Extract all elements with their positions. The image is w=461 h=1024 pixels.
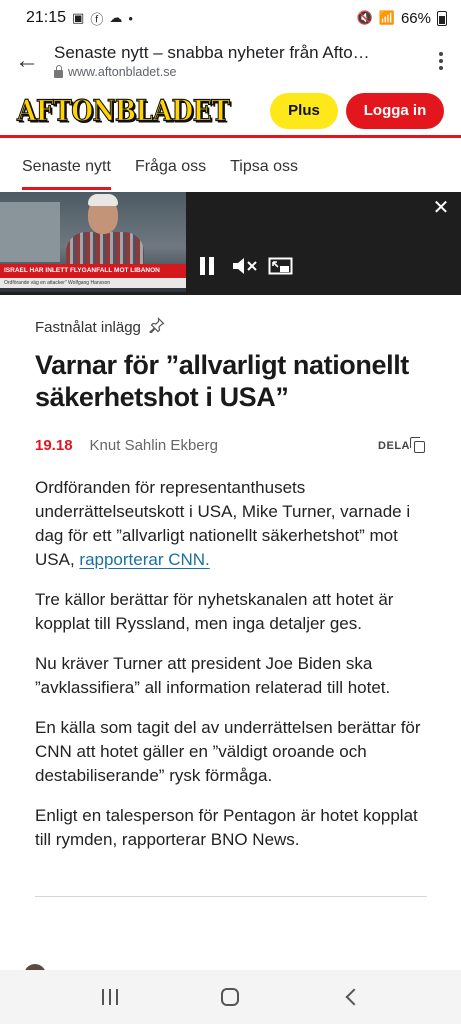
gallery-icon: ▣: [72, 10, 85, 25]
video-chyron: ISRAEL HAR INLETT FLYGANFALL MOT LIBANON: [0, 264, 186, 278]
share-button[interactable]: DELA: [378, 436, 425, 453]
article-author[interactable]: Knut Sahlin Ekberg: [90, 437, 218, 454]
system-nav-bar: [0, 970, 461, 1024]
status-time: 21:15: [26, 9, 67, 26]
video-frame[interactable]: ISRAEL HAR INLETT FLYGANFALL MOT LIBANON…: [0, 192, 186, 292]
browser-page-title: Senaste nytt – snabba nyheter från Afto…: [54, 43, 370, 62]
battery-percent: 66%: [400, 9, 431, 27]
divider: [35, 896, 427, 897]
cnn-source-link[interactable]: rapporterar CNN.: [79, 550, 209, 569]
close-icon[interactable]: ✕: [429, 194, 453, 220]
browser-toolbar: ← Senaste nytt – snabba nyheter från Aft…: [0, 36, 461, 86]
back-button[interactable]: [321, 970, 381, 1024]
login-button[interactable]: Logga in: [346, 92, 444, 129]
recents-icon: [102, 989, 119, 1005]
paragraph: Nu kräver Turner att president Joe Biden…: [35, 654, 391, 697]
back-icon: [345, 988, 363, 1006]
status-bar: 21:15 ▣ ⓕ ☁ • 🔇 📶 66%: [0, 0, 461, 36]
tab-fraga-oss[interactable]: Fråga oss: [135, 142, 206, 192]
video-chyron-sub: Ordförande väg en attacker" Wolfgang Han…: [0, 278, 186, 288]
paragraph: Ordföranden för representanthusets under…: [35, 478, 411, 569]
article-headline: Varnar för ”allvarligt nationellt säkerh…: [35, 350, 409, 412]
more-menu-icon[interactable]: [421, 36, 461, 86]
article-time: 19.18: [35, 437, 73, 454]
paragraph: Tre källor berättar för nyhetskanalen at…: [35, 590, 394, 633]
pinned-label-row: Fastnålat inlägg: [35, 317, 429, 337]
home-button[interactable]: [200, 970, 260, 1024]
pinned-label: Fastnålat inlägg: [35, 318, 141, 336]
pause-icon[interactable]: [196, 256, 218, 276]
volume-mute-icon[interactable]: [230, 256, 260, 276]
video-player[interactable]: ISRAEL HAR INLETT FLYGANFALL MOT LIBANON…: [0, 192, 461, 295]
url-text: www.aftonbladet.se: [68, 65, 177, 79]
aftonbladet-logo[interactable]: AFTONBLADET: [16, 93, 230, 128]
address-bar[interactable]: Senaste nytt – snabba nyheter från Afto……: [54, 43, 421, 79]
recents-button[interactable]: [80, 970, 140, 1024]
pin-icon: [149, 317, 165, 337]
tab-tipsa-oss[interactable]: Tipsa oss: [230, 142, 298, 192]
home-icon: [221, 988, 240, 1006]
lock-icon: [54, 64, 63, 78]
share-label: DELA: [378, 439, 410, 452]
dot-icon: •: [128, 10, 133, 26]
article-body: Ordföranden för representanthusets under…: [35, 476, 429, 852]
battery-icon: [437, 10, 447, 26]
section-tabs: Senaste nytt Fråga oss Tipsa oss: [0, 142, 461, 192]
article-meta: 19.18 Knut Sahlin Ekberg DELA: [35, 436, 429, 454]
back-arrow-icon[interactable]: ←: [0, 36, 54, 86]
article: Fastnålat inlägg Varnar för ”allvarligt …: [35, 295, 429, 868]
paragraph: Enligt en talesperson för Pentagon är ho…: [35, 806, 418, 849]
tab-senaste-nytt[interactable]: Senaste nytt: [22, 142, 111, 192]
facebook-icon: ⓕ: [90, 11, 104, 27]
wifi-icon: 📶: [378, 10, 395, 25]
site-header: AFTONBLADET Plus Logga in: [0, 86, 461, 138]
picture-in-picture-icon[interactable]: [268, 256, 294, 276]
cloud-icon: ☁: [109, 10, 123, 25]
mute-icon: 🔇: [356, 10, 373, 25]
copy-icon: [410, 436, 425, 453]
plus-button[interactable]: Plus: [270, 92, 338, 129]
paragraph: En källa som tagit del av underrättelsen…: [35, 718, 421, 785]
